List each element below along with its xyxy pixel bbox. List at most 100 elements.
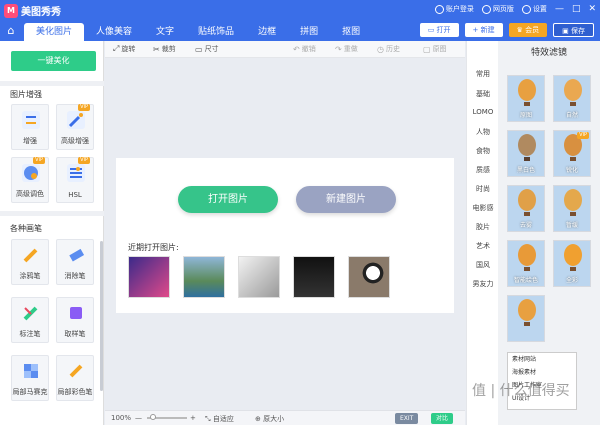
- tab-cutout[interactable]: 抠图: [330, 23, 372, 41]
- actual-size-button[interactable]: ⊕ 原大小: [255, 414, 284, 424]
- settings-label: 设置: [532, 5, 547, 13]
- tool-sampler-brush[interactable]: 取样笔: [56, 297, 94, 343]
- hsl-icon: [67, 164, 85, 182]
- open-file-button[interactable]: ▭ 打开: [419, 23, 459, 37]
- filter-thumbnail[interactable]: 暂缓: [553, 185, 591, 232]
- recent-image-thumbnail[interactable]: [238, 256, 280, 298]
- settings-link[interactable]: 设置: [521, 4, 547, 14]
- tab-list: 美化图片 人像美容 文字 贴纸饰品 边框 拼图 抠图: [24, 23, 372, 41]
- maximize-button[interactable]: □: [572, 4, 581, 14]
- filter-thumbnail[interactable]: 智能绘色: [507, 240, 545, 287]
- filter-thumbnail[interactable]: 去雾: [507, 185, 545, 232]
- mosaic-icon: [22, 362, 40, 380]
- tool-label: 消除笔: [64, 272, 86, 280]
- new-image-button[interactable]: 新建图片: [296, 186, 396, 213]
- minimize-button[interactable]: —: [555, 4, 564, 14]
- filter-thumbnail[interactable]: 自然: [553, 75, 591, 122]
- category-item[interactable]: 电影感: [467, 203, 499, 213]
- tab-beautify[interactable]: 美化图片: [24, 23, 85, 41]
- popup-menu-item[interactable]: 素材网站: [508, 353, 576, 366]
- category-item[interactable]: 男友力: [467, 279, 499, 289]
- category-item[interactable]: 时尚: [467, 184, 499, 194]
- home-icon[interactable]: ⌂: [4, 24, 18, 38]
- rotate-button[interactable]: ⤢ 旋转: [113, 44, 135, 54]
- left-panel-scrollbar[interactable]: [100, 241, 103, 391]
- category-item[interactable]: 国风: [467, 260, 499, 270]
- app-logo: M 美图秀秀: [4, 3, 61, 18]
- vip-button[interactable]: ♛ 会员: [508, 23, 548, 37]
- balloon-icon: [518, 189, 536, 216]
- exit-button[interactable]: EXIT: [395, 413, 419, 424]
- category-item[interactable]: 质感: [467, 165, 499, 175]
- crown-icon: ♛: [516, 26, 526, 34]
- crop-button[interactable]: ✂ 裁剪: [153, 44, 176, 54]
- filter-thumbnail[interactable]: [507, 295, 545, 342]
- tab-stickers[interactable]: 贴纸饰品: [186, 23, 246, 41]
- history-button[interactable]: ◷ 历史: [377, 44, 400, 54]
- resize-icon: ▭: [195, 44, 203, 54]
- tool-label: HSL: [68, 191, 82, 199]
- category-item[interactable]: 基础: [467, 89, 499, 99]
- eraser-icon: [67, 246, 85, 264]
- balloon-icon: [518, 79, 536, 106]
- close-button[interactable]: ✕: [588, 4, 596, 14]
- filter-thumbnail[interactable]: 黑白色: [507, 130, 545, 177]
- original-button[interactable]: ▢ 原图: [423, 44, 447, 54]
- redo-button[interactable]: ↷ 重做: [335, 44, 358, 54]
- web-version-label: 网页版: [492, 5, 514, 13]
- open-image-button[interactable]: 打开图片: [178, 186, 278, 213]
- save-icon: ▣: [562, 27, 571, 35]
- size-button[interactable]: ▭ 尺寸: [195, 44, 219, 54]
- balloon-icon: [564, 79, 582, 106]
- filter-thumbnail[interactable]: 全彩: [553, 240, 591, 287]
- category-item[interactable]: LOMO: [467, 108, 499, 116]
- save-button[interactable]: ▣ 保存: [553, 23, 594, 37]
- size-label: 尺寸: [204, 45, 219, 53]
- title-bar: M 美图秀秀 账户登录 网页版 设置 — □ ✕: [0, 0, 600, 20]
- zoom-slider-handle[interactable]: [150, 414, 156, 420]
- tab-portrait[interactable]: 人像美容: [84, 23, 144, 41]
- tab-frames[interactable]: 边框: [246, 23, 288, 41]
- tab-text[interactable]: 文字: [144, 23, 186, 41]
- tool-doodle-brush[interactable]: 涂鸦笔: [11, 239, 49, 285]
- tab-collage[interactable]: 拼图: [288, 23, 330, 41]
- sampler-icon: [67, 304, 85, 322]
- popup-menu-item[interactable]: 海报素材: [508, 366, 576, 379]
- tool-advanced-enhance[interactable]: VIP 高级增强: [56, 104, 94, 150]
- fit-label: 自适应: [212, 415, 234, 423]
- new-file-button[interactable]: + 新建: [464, 23, 503, 37]
- filter-label: 全彩: [565, 277, 578, 284]
- tool-eraser-brush[interactable]: 消除笔: [56, 239, 94, 285]
- tool-mosaic-brush[interactable]: 局部马赛克: [11, 355, 49, 401]
- zoom-out-button[interactable]: —: [135, 414, 142, 422]
- tool-marker-brush[interactable]: 标注笔: [11, 297, 49, 343]
- category-item[interactable]: 常用: [467, 69, 499, 79]
- tool-label: 局部彩色笔: [57, 388, 93, 396]
- one-key-beautify-button[interactable]: 一键美化: [11, 51, 96, 71]
- recent-image-thumbnail[interactable]: [128, 256, 170, 298]
- compare-button[interactable]: 对比: [431, 413, 454, 424]
- recent-image-thumbnail[interactable]: [183, 256, 225, 298]
- fit-window-button[interactable]: ⤡ 自适应: [205, 414, 234, 424]
- filter-thumbnail[interactable]: VIP 锐化: [553, 130, 591, 177]
- recent-image-thumbnail[interactable]: [348, 256, 390, 298]
- filter-label: 智能绘色: [513, 277, 538, 284]
- tool-enhance[interactable]: 增强: [11, 104, 49, 150]
- fit-icon: ⤡: [205, 415, 213, 423]
- tool-color-brush[interactable]: 局部彩色笔: [56, 355, 94, 401]
- tool-hsl[interactable]: VIP HSL: [56, 157, 94, 203]
- category-item[interactable]: 胶片: [467, 222, 499, 232]
- undo-button[interactable]: ↶ 撤销: [293, 44, 316, 54]
- divider: [0, 211, 104, 216]
- recent-image-thumbnail[interactable]: [293, 256, 335, 298]
- web-version-link[interactable]: 网页版: [481, 4, 514, 14]
- vip-label: 会员: [525, 26, 540, 34]
- account-login-link[interactable]: 账户登录: [434, 4, 474, 14]
- filter-thumbnail[interactable]: 原图: [507, 75, 545, 122]
- zoom-in-button[interactable]: +: [190, 414, 196, 422]
- tool-label: 高级增强: [61, 137, 89, 145]
- category-item[interactable]: 艺术: [467, 241, 499, 251]
- category-item[interactable]: 人物: [467, 127, 499, 137]
- category-item[interactable]: 食物: [467, 146, 499, 156]
- tool-advanced-color[interactable]: VIP 高级调色: [11, 157, 49, 203]
